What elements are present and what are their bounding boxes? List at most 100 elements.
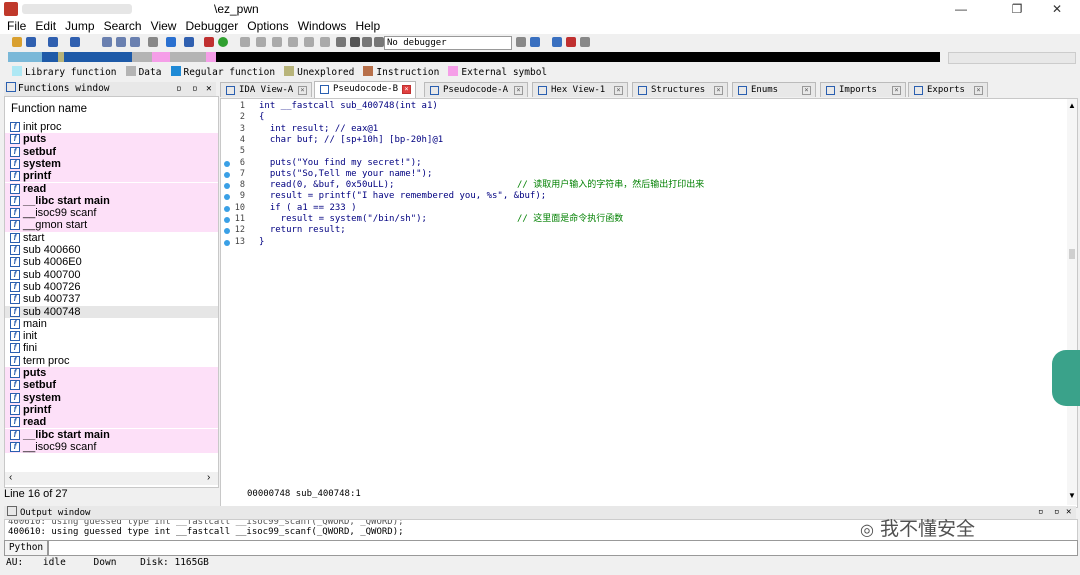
graph-icon[interactable]: [148, 37, 158, 47]
flag-icon[interactable]: [566, 37, 576, 47]
close-tab-icon[interactable]: ×: [802, 86, 811, 95]
scroll-left-icon[interactable]: ‹: [9, 472, 12, 483]
breakpoint-dot-icon[interactable]: [224, 171, 230, 178]
close-button[interactable]: ✕: [1034, 0, 1080, 18]
tab-hex-view-1[interactable]: Hex View-1 ×: [532, 82, 628, 97]
pin-icon[interactable]: ▫: [176, 82, 182, 96]
debugger-select[interactable]: No debugger: [384, 36, 512, 50]
play-icon[interactable]: [350, 37, 360, 47]
menu-file[interactable]: File: [4, 18, 29, 34]
paste-icon[interactable]: [116, 37, 126, 47]
function-row[interactable]: f setbuf: [5, 379, 218, 392]
code-icon[interactable]: [304, 37, 314, 47]
code-line[interactable]: read(0, &buf, 0x50uLL);: [259, 180, 395, 191]
down-arrow-icon[interactable]: [166, 37, 176, 47]
close-tab-icon[interactable]: ×: [974, 86, 983, 95]
scroll-up-icon[interactable]: ▲: [1068, 101, 1076, 110]
cancel-icon[interactable]: [336, 37, 346, 47]
menu-jump[interactable]: Jump: [62, 18, 97, 34]
scroll-thumb[interactable]: [1069, 249, 1075, 259]
breakpoint-dot-icon[interactable]: [224, 160, 230, 167]
code-line[interactable]: {: [259, 112, 264, 123]
scroll-down-icon[interactable]: ▼: [1068, 491, 1076, 500]
code-line[interactable]: puts("You find my secret!");: [259, 158, 422, 169]
function-row[interactable]: f __isoc99 scanf: [5, 207, 218, 220]
function-row[interactable]: f fini: [5, 342, 218, 354]
close-tab-icon[interactable]: ×: [298, 86, 307, 95]
breakpoint-dot-icon[interactable]: [224, 205, 230, 212]
function-row[interactable]: f sub 400726: [5, 281, 218, 293]
python-button[interactable]: Python: [4, 540, 48, 556]
function-row[interactable]: f system: [5, 391, 218, 404]
menu-search[interactable]: Search: [101, 18, 145, 34]
tab-pseudocode-a[interactable]: Pseudocode-A ×: [424, 82, 528, 97]
copy-icon[interactable]: [102, 37, 112, 47]
xref-icon[interactable]: [272, 37, 282, 47]
float-icon[interactable]: ▫: [1054, 506, 1059, 519]
pause-icon[interactable]: [362, 37, 372, 47]
scroll-right-icon[interactable]: ›: [207, 472, 210, 483]
function-row[interactable]: f sub 400737: [5, 293, 218, 305]
tab-enums[interactable]: Enums ×: [732, 82, 816, 97]
function-row[interactable]: f __isoc99 scanf: [5, 440, 218, 454]
close-tab-icon[interactable]: ×: [614, 86, 623, 95]
function-row[interactable]: f setbuf: [5, 145, 218, 158]
function-row[interactable]: f printf: [5, 170, 218, 183]
function-row[interactable]: f __libc start main: [5, 428, 218, 441]
forward-icon[interactable]: [70, 37, 80, 47]
close-tab-icon[interactable]: ×: [514, 86, 523, 95]
close-tab-icon[interactable]: ×: [402, 85, 411, 94]
assistant-avatar[interactable]: [1052, 350, 1080, 406]
run-icon[interactable]: [218, 37, 228, 47]
tab-ida-view-a[interactable]: IDA View-A ×: [220, 82, 312, 97]
trace-icon[interactable]: [530, 37, 540, 47]
column-header-function-name[interactable]: Function name: [5, 97, 218, 121]
options-icon[interactable]: [580, 37, 590, 47]
tab-exports[interactable]: Exports ×: [908, 82, 988, 97]
function-row[interactable]: f sub 4006E0: [5, 256, 218, 268]
code-line[interactable]: if ( a1 == 233 ): [259, 203, 357, 214]
function-row[interactable]: f system: [5, 157, 218, 171]
stop-icon[interactable]: [374, 37, 384, 47]
tab-structures[interactable]: Structures ×: [632, 82, 728, 97]
pseudocode-view[interactable]: 1 int __fastcall sub_400748(int a1) 2 {3 in…: [220, 98, 1078, 508]
function-row[interactable]: f init: [5, 330, 218, 342]
breakpoint-icon[interactable]: [516, 37, 526, 47]
func-icon[interactable]: [288, 37, 298, 47]
function-row[interactable]: f read: [5, 416, 218, 429]
pin-icon[interactable]: ▫: [1038, 506, 1043, 519]
code-line[interactable]: char buf; // [sp+10h] [bp-20h]@1: [259, 135, 443, 146]
functions-hscrollbar[interactable]: ‹ ›: [5, 472, 218, 485]
save-icon[interactable]: [26, 37, 36, 47]
float-icon[interactable]: ▫: [192, 82, 198, 96]
menu-options[interactable]: Options: [244, 18, 291, 34]
function-row[interactable]: f __gmon start: [5, 219, 218, 232]
function-row[interactable]: f sub 400700: [5, 269, 218, 281]
functions-window-header[interactable]: Functions window ▫ ▫ ✕: [4, 82, 216, 97]
close-pane-icon[interactable]: ✕: [1066, 506, 1071, 519]
python-command-input[interactable]: [48, 540, 1078, 556]
breakpoint-dot-icon[interactable]: [224, 217, 230, 223]
open-icon[interactable]: [12, 37, 22, 47]
script-icon[interactable]: [204, 37, 214, 47]
jump-icon[interactable]: [184, 37, 194, 47]
code-line[interactable]: }: [259, 237, 264, 248]
menu-edit[interactable]: Edit: [32, 18, 59, 34]
step-icon[interactable]: [552, 37, 562, 47]
code-line[interactable]: return result;: [259, 225, 346, 236]
function-row[interactable]: f puts: [5, 367, 218, 380]
code-line[interactable]: puts("So,Tell me your name!");: [259, 169, 433, 180]
breakpoint-dot-icon[interactable]: [224, 239, 230, 246]
function-row[interactable]: f main: [5, 318, 218, 330]
minimize-button[interactable]: —: [938, 0, 984, 18]
function-row[interactable]: f term proc: [5, 355, 218, 367]
pseudocode-vscrollbar[interactable]: ▲ ▼: [1067, 99, 1077, 505]
code-line[interactable]: result = system("/bin/sh");: [259, 214, 427, 225]
tab-pseudocode-b[interactable]: Pseudocode-B ×: [314, 81, 416, 98]
close-pane-icon[interactable]: ✕: [206, 82, 212, 96]
menu-windows[interactable]: Windows: [295, 18, 350, 34]
function-row[interactable]: f sub 400748: [5, 305, 218, 318]
menu-view[interactable]: View: [148, 18, 180, 34]
data-icon[interactable]: [320, 37, 330, 47]
function-row[interactable]: f __libc start main: [5, 194, 218, 208]
